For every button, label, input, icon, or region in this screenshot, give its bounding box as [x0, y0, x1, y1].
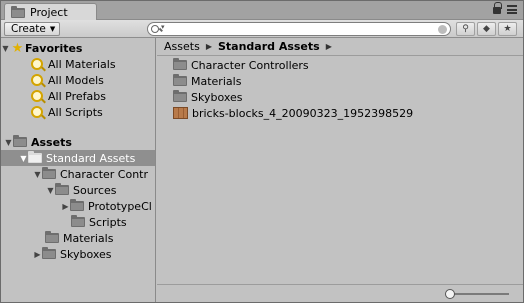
breadcrumb-separator-icon: ▶: [205, 42, 212, 51]
tree-item-assets[interactable]: ▼ Assets: [1, 134, 155, 150]
asset-list-panel: Assets ▶ Standard Assets ▶ Character Con…: [157, 38, 523, 284]
tab-project-label: Project: [30, 6, 68, 19]
clear-search-icon[interactable]: [438, 25, 447, 34]
tab-project[interactable]: Project: [4, 3, 97, 21]
favorites-label: Favorites: [25, 41, 83, 55]
tree-item-label: Skyboxes: [60, 247, 112, 261]
tree-item-label: Assets: [31, 135, 72, 149]
star-icon: ★: [503, 24, 512, 34]
search-icon[interactable]: [151, 25, 159, 33]
breadcrumb-separator-icon: ▶: [325, 42, 332, 51]
folder-icon: [173, 74, 187, 86]
list-item[interactable]: Character Controllers: [173, 57, 309, 73]
list-item[interactable]: bricks-blocks_4_20090323_1952398529: [173, 105, 413, 121]
list-item[interactable]: Skyboxes: [173, 89, 243, 105]
search-by-type-button[interactable]: ⚲: [456, 22, 475, 36]
favorite-item-all-scripts[interactable]: All Scripts: [1, 104, 155, 120]
search-input[interactable]: [170, 23, 440, 35]
favorites-star-icon: ★: [11, 40, 24, 56]
folder-icon: [11, 5, 25, 18]
zoom-slider-handle[interactable]: [445, 289, 455, 299]
folder-icon: [55, 183, 69, 195]
list-item-label: Materials: [191, 74, 242, 88]
list-item[interactable]: Materials: [173, 73, 241, 89]
dropdown-arrow-icon: ▼: [49, 25, 56, 33]
create-button[interactable]: Create ▼: [4, 22, 61, 36]
zoom-slider[interactable]: [445, 289, 509, 299]
search-field[interactable]: ▾: [147, 22, 451, 36]
search-by-label-button[interactable]: ◆: [477, 22, 496, 36]
tree-item-prototype[interactable]: ▶ PrototypeCl: [1, 198, 155, 214]
favorite-item-label: All Models: [48, 73, 104, 87]
tree-item-standard-assets[interactable]: ▼ Standard Assets: [1, 150, 155, 166]
project-window: Project Create ▼ ▾ ⚲ ◆ ★ ▼ ★ Favorites A…: [0, 0, 524, 303]
breadcrumb-assets[interactable]: Assets: [164, 40, 200, 53]
toolbar: Create ▼ ▾ ⚲ ◆ ★: [1, 20, 523, 38]
expand-arrow-icon[interactable]: ▼: [1, 44, 10, 53]
folder-icon: [70, 199, 84, 211]
folder-icon: [13, 135, 27, 147]
tree-item-sources[interactable]: ▼ Sources: [1, 182, 155, 198]
folder-icon: [173, 58, 187, 70]
folder-icon: [28, 151, 42, 163]
tree-item-label: Materials: [63, 231, 114, 245]
folder-icon: [42, 247, 56, 259]
menu-icon[interactable]: [507, 5, 517, 14]
saved-search-icon: [31, 106, 43, 118]
favorite-search-button[interactable]: ★: [498, 22, 517, 36]
folder-icon: [71, 215, 85, 227]
tree-item-label: Scripts: [89, 215, 127, 229]
collapse-arrow-icon[interactable]: ▶: [33, 250, 42, 259]
favorite-item-label: All Materials: [48, 57, 116, 71]
filter-by-type-icon: ⚲: [462, 24, 469, 34]
saved-search-icon: [31, 90, 43, 102]
folder-tree-panel: ▼ ★ Favorites All Materials All Models A…: [1, 38, 156, 302]
tree-item-label: Sources: [73, 183, 117, 197]
favorite-item-label: All Scripts: [48, 105, 103, 119]
favorite-item-all-prefabs[interactable]: All Prefabs: [1, 88, 155, 104]
favorite-item-all-models[interactable]: All Models: [1, 72, 155, 88]
label-tag-icon: ◆: [483, 24, 490, 34]
tree-item-scripts[interactable]: Scripts: [1, 214, 155, 230]
texture-thumbnail-icon: [173, 107, 188, 119]
tree-item-label: Character Contr: [60, 167, 149, 181]
favorite-item-label: All Prefabs: [48, 89, 106, 103]
list-item-label: Skyboxes: [191, 90, 243, 104]
saved-search-icon: [31, 74, 43, 86]
folder-icon: [45, 231, 59, 243]
expand-arrow-icon[interactable]: ▼: [46, 186, 55, 195]
expand-arrow-icon[interactable]: ▼: [33, 170, 42, 179]
status-bar: [157, 284, 523, 302]
create-button-label: Create: [11, 23, 46, 35]
tree-item-materials[interactable]: Materials: [1, 230, 155, 246]
tree-item-label: PrototypeCl: [88, 199, 152, 213]
favorites-header[interactable]: ▼ ★ Favorites: [1, 40, 155, 56]
tree-item-skyboxes[interactable]: ▶ Skyboxes: [1, 246, 155, 262]
tree-item-character-controllers[interactable]: ▼ Character Contr: [1, 166, 155, 182]
search-dropdown-icon: ▾: [161, 23, 165, 31]
list-item-label: Character Controllers: [191, 58, 309, 72]
breadcrumb-standard-assets[interactable]: Standard Assets: [218, 40, 320, 53]
expand-arrow-icon[interactable]: ▼: [4, 138, 13, 147]
breadcrumb: Assets ▶ Standard Assets ▶: [157, 38, 523, 56]
folder-icon: [173, 90, 187, 102]
expand-arrow-icon[interactable]: ▼: [19, 154, 28, 163]
tab-strip: Project: [1, 1, 523, 21]
folder-icon: [42, 167, 56, 179]
lock-icon[interactable]: [493, 1, 502, 14]
tree-item-label: Standard Assets: [46, 151, 136, 165]
favorite-item-all-materials[interactable]: All Materials: [1, 56, 155, 72]
saved-search-icon: [31, 58, 43, 70]
list-item-label: bricks-blocks_4_20090323_1952398529: [192, 106, 414, 120]
collapse-arrow-icon[interactable]: ▶: [61, 202, 70, 211]
